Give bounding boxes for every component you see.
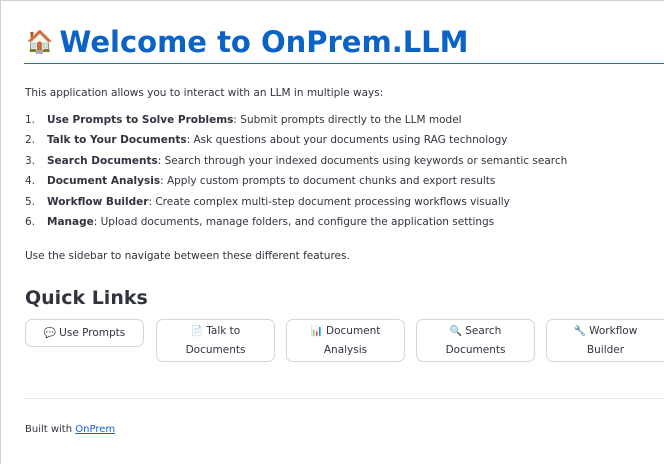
list-item: 6. Manage: Upload documents, manage folde… — [25, 215, 567, 235]
document-analysis-button[interactable]: 📊 Document Analysis — [286, 319, 405, 362]
list-item: 2. Talk to Your Documents: Ask questions … — [25, 133, 567, 153]
feature-description: : Upload documents, manage folders, and … — [93, 215, 495, 228]
feature-description: : Apply custom prompts to document chunk… — [160, 175, 496, 188]
page-title: 🏠 Welcome to OnPrem.LLM — [26, 22, 469, 63]
feature-description: : Submit prompts directly to the LLM mod… — [233, 114, 462, 126]
intro-text: This application allows you to interact … — [25, 87, 384, 99]
feature-list: 1. Use Prompts to Solve Problems: Submit … — [25, 113, 567, 235]
window-top-border — [0, 0, 664, 1]
feature-name: Search Documents — [47, 154, 158, 167]
document-icon: 📄 — [190, 325, 204, 337]
button-label: Search — [465, 324, 502, 337]
house-icon: 🏠 — [26, 30, 54, 55]
feature-name: Use Prompts to Solve Problems — [47, 114, 234, 126]
footer: Built with OnPrem — [25, 423, 115, 437]
feature-description: : Search through your indexed documents … — [157, 154, 568, 167]
bar-chart-icon: 📊 — [310, 325, 324, 337]
list-number: 2. — [25, 134, 36, 147]
button-label: Workflow — [589, 324, 638, 337]
button-label: Talk to — [206, 324, 241, 337]
feature-name: Manage — [47, 215, 94, 228]
page-title-text: Welcome to OnPrem.LLM — [59, 25, 469, 59]
window-left-border — [0, 0, 1, 464]
feature-description: : Create complex multi-step document pro… — [148, 195, 510, 208]
footer-prefix: Built with — [25, 424, 76, 435]
list-number: 1. — [25, 114, 36, 126]
list-number: 4. — [25, 175, 36, 188]
feature-name: Document Analysis — [47, 175, 161, 188]
feature-description: : Ask questions about your documents usi… — [186, 134, 508, 147]
list-item: 5. Workflow Builder: Create complex multi… — [25, 195, 567, 215]
speech-bubble-icon: 💬 — [43, 327, 57, 339]
list-item: 4. Document Analysis: Apply custom prompt… — [25, 174, 567, 194]
list-item: 3. Search Documents: Search through your … — [25, 154, 567, 174]
list-number: 3. — [25, 154, 36, 167]
onprem-link[interactable]: OnPrem — [75, 424, 115, 435]
footer-divider — [24, 398, 664, 399]
feature-name: Talk to Your Documents — [47, 134, 187, 147]
use-prompts-button[interactable]: 💬 Use Prompts — [25, 319, 144, 347]
search-documents-button[interactable]: 🔍 Search Documents — [416, 319, 535, 362]
workflow-builder-button[interactable]: 🔧 Workflow Builder — [546, 319, 664, 362]
feature-name: Workflow Builder — [47, 195, 149, 208]
button-label-line2: Documents — [185, 343, 246, 356]
button-label-line2: Builder — [586, 343, 625, 356]
magnifier-icon: 🔍 — [449, 325, 463, 337]
talk-to-documents-button[interactable]: 📄 Talk to Documents — [156, 319, 275, 362]
button-label-line2: Analysis — [323, 343, 368, 356]
list-number: 6. — [25, 215, 36, 228]
list-item: 1. Use Prompts to Solve Problems: Submit … — [25, 113, 567, 133]
button-label: Document — [326, 324, 381, 337]
list-number: 5. — [25, 195, 36, 208]
wrench-icon: 🔧 — [573, 325, 587, 337]
title-divider — [24, 63, 664, 64]
button-label: Use Prompts — [59, 326, 126, 339]
quick-links-heading: Quick Links — [25, 287, 148, 309]
button-label-line2: Documents — [445, 343, 506, 356]
navigation-hint: Use the sidebar to navigate between thes… — [25, 250, 350, 262]
